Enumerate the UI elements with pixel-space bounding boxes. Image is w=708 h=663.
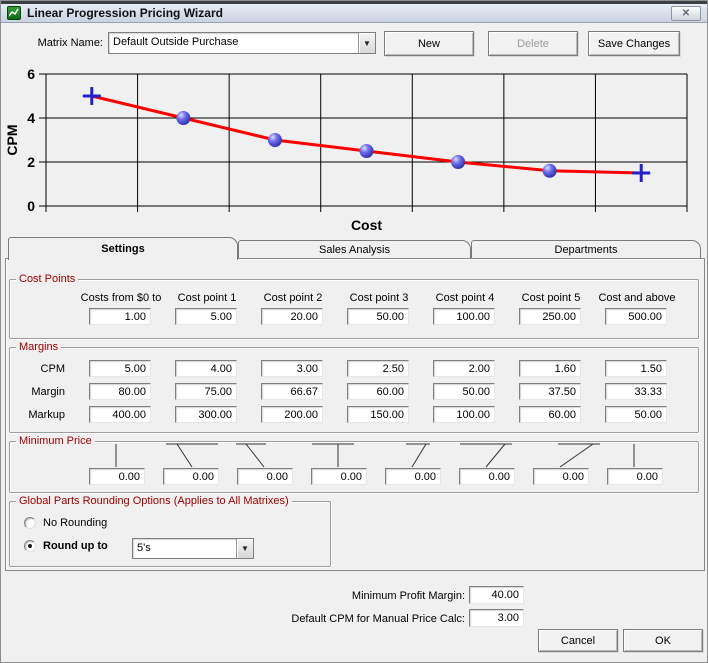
min-profit-margin-label: Minimum Profit Margin: (251, 590, 465, 602)
default-cpm-label: Default CPM for Manual Price Calc: (251, 613, 465, 625)
margin-field-1[interactable] (175, 383, 237, 400)
chevron-down-icon: ▼ (241, 544, 249, 553)
new-button[interactable]: New (384, 31, 474, 56)
markup-field-4[interactable] (433, 406, 495, 423)
cost-header: Cost point 4 (422, 292, 508, 304)
app-icon (7, 6, 21, 20)
cpm-field-2[interactable] (261, 360, 323, 377)
minimum-price-field-7[interactable] (607, 468, 663, 485)
svg-text:Cost: Cost (351, 217, 382, 233)
cost-header: Cost point 3 (336, 292, 422, 304)
margin-field-4[interactable] (433, 383, 495, 400)
minimum-price-field-3[interactable] (311, 468, 367, 485)
svg-text:4: 4 (27, 110, 35, 126)
tab-sales-analysis[interactable]: Sales Analysis (238, 240, 471, 258)
cpm-cost-chart: 0 2 4 6 CPM Cost (1, 63, 708, 235)
margin-field-0[interactable] (89, 383, 151, 400)
delete-button: Delete (488, 31, 578, 56)
save-changes-button[interactable]: Save Changes (588, 31, 680, 56)
close-button[interactable]: ✕ (671, 6, 701, 21)
window-title: Linear Progression Pricing Wizard (27, 6, 223, 20)
default-cpm-input[interactable] (469, 609, 524, 627)
matrix-name-combobox[interactable]: Default Outside Purchase ▼ (108, 32, 376, 54)
cost-header: Cost and above (594, 292, 680, 304)
minimum-price-field-6[interactable] (533, 468, 589, 485)
rounding-options-title: Global Parts Rounding Options (Applies t… (16, 495, 292, 507)
radio-icon[interactable] (24, 517, 36, 529)
cpm-field-1[interactable] (175, 360, 237, 377)
combobox-dropdown-button[interactable]: ▼ (358, 33, 375, 53)
cost-point-field-2[interactable] (261, 308, 323, 325)
cost-header: Cost point 5 (508, 292, 594, 304)
row-label-margin: Margin (10, 386, 65, 398)
cost-point-field-0[interactable] (89, 308, 151, 325)
minimum-price-title: Minimum Price (16, 435, 95, 447)
minimum-price-group: Minimum Price (9, 441, 699, 493)
svg-text:0: 0 (27, 198, 35, 214)
markup-field-2[interactable] (261, 406, 323, 423)
cost-point-field-1[interactable] (175, 308, 237, 325)
markup-field-0[interactable] (89, 406, 151, 423)
matrix-name-label: Matrix Name: (29, 37, 103, 49)
cost-point-field-5[interactable] (519, 308, 581, 325)
minimum-price-field-0[interactable] (89, 468, 145, 485)
markup-field-1[interactable] (175, 406, 237, 423)
margins-title: Margins (16, 341, 61, 353)
cancel-button[interactable]: Cancel (538, 629, 618, 652)
cost-point-field-4[interactable] (433, 308, 495, 325)
markup-field-3[interactable] (347, 406, 409, 423)
markup-field-5[interactable] (519, 406, 581, 423)
rounding-options-group: Global Parts Rounding Options (Applies t… (9, 501, 331, 567)
close-icon: ✕ (682, 8, 690, 19)
row-label-cpm: CPM (10, 363, 65, 375)
round-up-value: 5's (133, 539, 236, 558)
chart-icon (9, 8, 19, 18)
cost-point-field-6[interactable] (605, 308, 667, 325)
markup-field-6[interactable] (605, 406, 667, 423)
round-up-option[interactable]: Round up to (24, 540, 108, 552)
svg-text:CPM: CPM (4, 124, 20, 155)
minimum-price-field-1[interactable] (163, 468, 219, 485)
round-up-label: Round up to (43, 540, 108, 552)
margin-field-6[interactable] (605, 383, 667, 400)
minimum-price-field-5[interactable] (459, 468, 515, 485)
svg-text:2: 2 (27, 154, 35, 170)
svg-text:6: 6 (27, 66, 35, 82)
cost-header: Costs from $0 to (78, 292, 164, 304)
no-rounding-label: No Rounding (43, 517, 107, 529)
combobox-dropdown-button[interactable]: ▼ (236, 539, 253, 558)
margin-field-2[interactable] (261, 383, 323, 400)
dialog-window: Linear Progression Pricing Wizard ✕ Matr… (0, 0, 708, 663)
minimum-price-connector-lines (10, 442, 698, 468)
cost-points-group: Cost Points Costs from $0 to Cost point … (9, 279, 699, 339)
tab-settings[interactable]: Settings (8, 237, 238, 260)
margin-field-5[interactable] (519, 383, 581, 400)
round-up-combobox[interactable]: 5's ▼ (132, 538, 254, 559)
cpm-field-0[interactable] (89, 360, 151, 377)
radio-selected-icon[interactable] (24, 540, 36, 552)
cost-point-field-3[interactable] (347, 308, 409, 325)
matrix-name-value: Default Outside Purchase (109, 33, 358, 53)
cpm-field-6[interactable] (605, 360, 667, 377)
cpm-field-5[interactable] (519, 360, 581, 377)
row-label-markup: Markup (10, 409, 65, 421)
ok-button[interactable]: OK (623, 629, 703, 652)
cpm-field-4[interactable] (433, 360, 495, 377)
min-profit-margin-input[interactable] (469, 586, 524, 604)
chevron-down-icon: ▼ (363, 39, 371, 48)
cost-header: Cost point 2 (250, 292, 336, 304)
cpm-field-3[interactable] (347, 360, 409, 377)
title-bar[interactable]: Linear Progression Pricing Wizard ✕ (1, 4, 708, 23)
margins-group: Margins CPM Margin (9, 347, 699, 433)
cost-header: Cost point 1 (164, 292, 250, 304)
tab-departments[interactable]: Departments (471, 240, 701, 258)
no-rounding-option[interactable]: No Rounding (24, 517, 107, 529)
minimum-price-field-2[interactable] (237, 468, 293, 485)
minimum-price-field-4[interactable] (385, 468, 441, 485)
margin-field-3[interactable] (347, 383, 409, 400)
cost-points-title: Cost Points (16, 273, 78, 285)
